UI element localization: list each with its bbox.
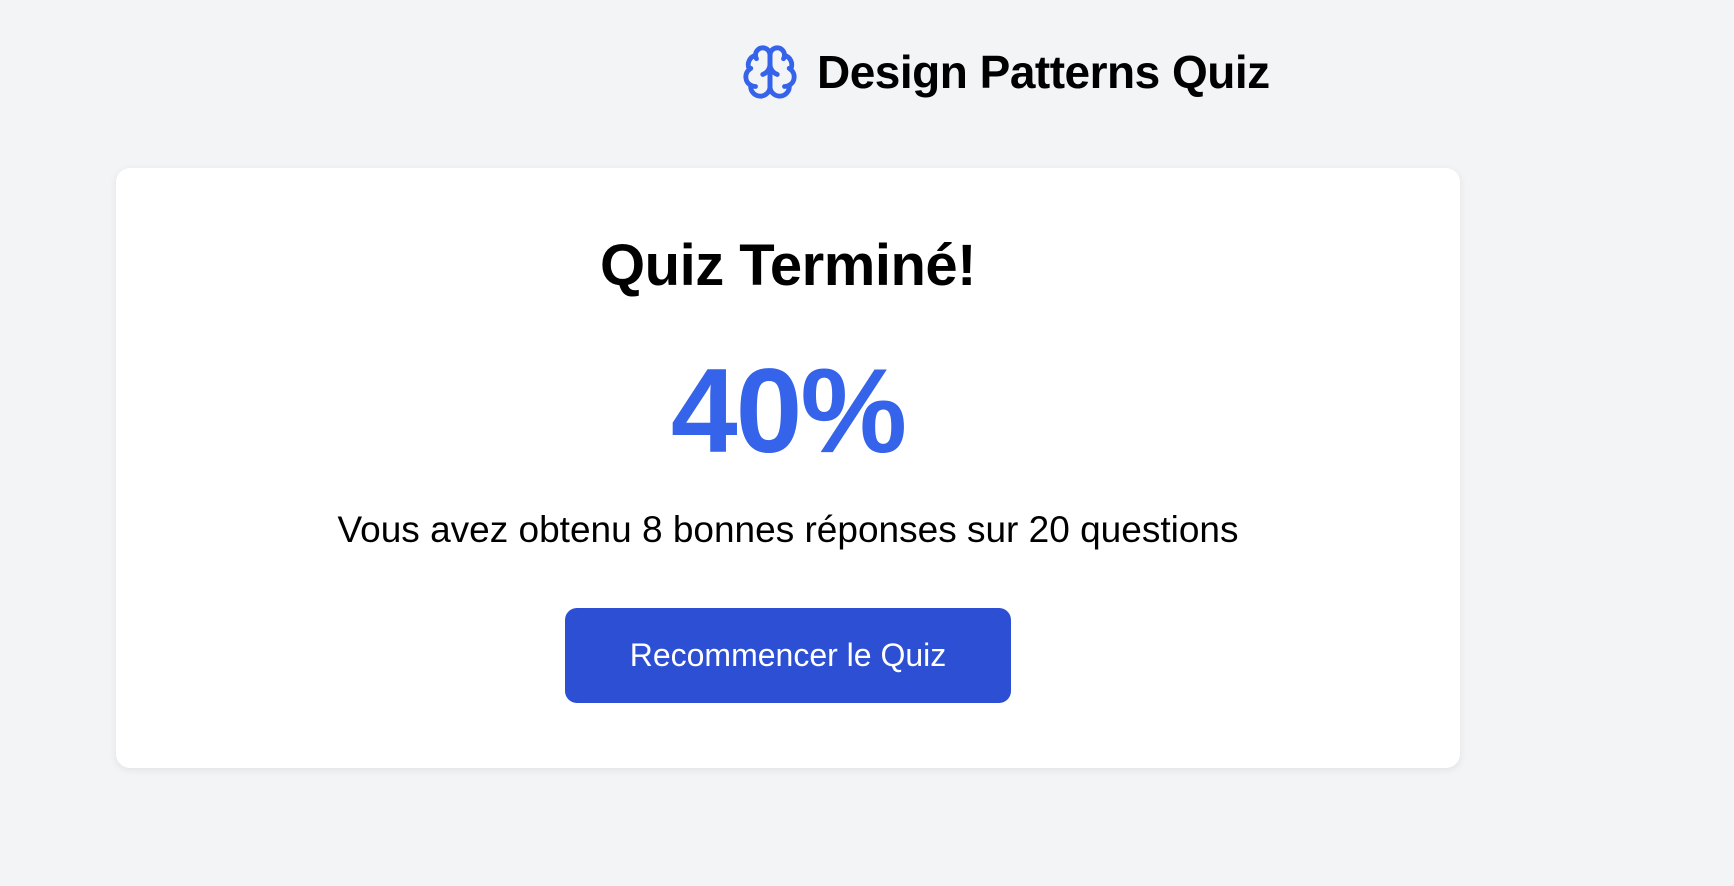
result-card: Quiz Terminé! 40% Vous avez obtenu 8 bon… [116, 168, 1460, 768]
score-percentage: 40% [670, 344, 907, 478]
result-title: Quiz Terminé! [600, 233, 976, 298]
app-title: Design Patterns Quiz [817, 46, 1270, 98]
brain-icon [741, 43, 799, 101]
restart-quiz-button[interactable]: Recommencer le Quiz [565, 608, 1011, 703]
score-summary: Vous avez obtenu 8 bonnes réponses sur 2… [337, 509, 1239, 550]
app-header: Design Patterns Quiz [741, 40, 1270, 104]
